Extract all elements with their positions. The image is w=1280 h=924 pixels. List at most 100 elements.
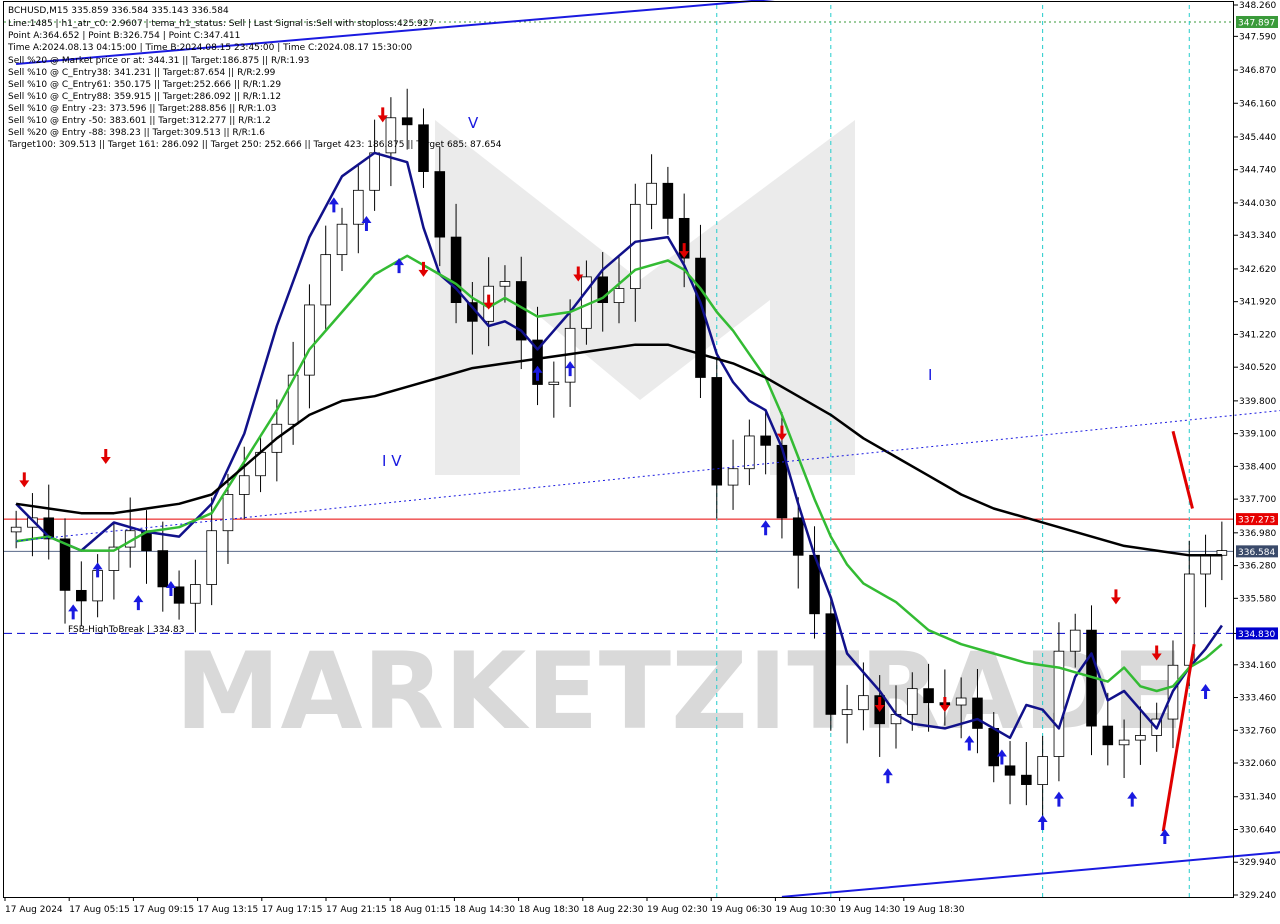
wave-label-v: V [468,114,479,132]
candle-body [369,152,380,191]
y-tick-label: 330.640 [1239,825,1276,835]
y-tick-label: 346.870 [1239,66,1276,76]
price-badge-label: 337.273 [1238,516,1275,526]
info-line: Sell %10 @ Entry -23: 373.596 || Target:… [8,104,276,114]
y-tick-label: 332.060 [1239,759,1276,769]
price-badge-label: 334.830 [1238,630,1275,640]
candle-body [955,697,967,706]
y-tick-label: 340.520 [1239,363,1276,373]
x-tick-label: 17 Aug 09:15 [133,905,194,915]
candle-body [1037,756,1048,785]
y-tick-label: 348.260 [1239,1,1276,11]
y-tick-label: 346.160 [1239,99,1276,109]
y-tick-label: 334.160 [1239,661,1276,671]
info-line: Sell %20 @ Entry -88: 398.23 || Target:3… [8,128,265,138]
y-tick-label: 347.590 [1239,32,1276,42]
x-tick-label: 19 Aug 18:30 [904,905,965,915]
symbol-header: BCHUSD,M15 335.859 336.584 335.143 336.5… [8,6,229,16]
y-tick-label: 344.740 [1239,166,1276,176]
watermark-text: MARKETZITRADE [175,630,1184,753]
candle-body [434,171,446,238]
candle-body [760,435,771,446]
candle-body [173,586,185,604]
candle-body [76,589,87,602]
candle-body [646,182,657,205]
x-tick-label: 18 Aug 01:15 [390,905,451,915]
x-tick-label: 17 Aug 21:15 [326,905,387,915]
y-tick-label: 336.980 [1239,529,1276,539]
x-tick-label: 17 Aug 05:15 [69,905,130,915]
candle-body [287,374,299,425]
chart-root: MARKETZITRADE I V V I FSB-HighToBreak | … [0,0,1280,920]
x-tick-label: 18 Aug 14:30 [454,905,515,915]
info-line: Sell %10 @ Entry -50: 383.601 || Target:… [8,116,271,126]
candle-body [10,526,22,533]
candle-body [662,182,674,219]
candle-body [923,688,934,704]
price-chart[interactable]: MARKETZITRADE I V V I FSB-HighToBreak | … [0,0,1280,920]
candle-body [1135,735,1146,741]
y-tick-label: 329.940 [1239,858,1276,868]
candle-body [336,223,348,256]
info-line: Sell %20 @ Market price or at: 344.31 ||… [8,56,309,66]
info-line: Line:1485 | h1_atr_c0: 2.9607 | tema_h1_… [8,19,434,29]
candle-body [727,468,739,486]
x-tick-label: 17 Aug 17:15 [262,905,323,915]
info-line: Target100: 309.513 || Target 161: 286.09… [7,140,502,150]
y-tick-label: 339.100 [1239,430,1276,440]
y-tick-label: 336.280 [1239,562,1276,572]
candle-body [222,494,234,532]
y-tick-label: 341.220 [1239,330,1276,340]
wave-label-iv: I V [382,452,402,470]
x-tick-label: 17 Aug 2024 [5,905,63,915]
info-line: Sell %10 @ C_Entry38: 341.231 || Target:… [8,68,276,78]
y-tick-label: 345.440 [1239,133,1276,143]
candle-body [353,189,364,225]
info-line: Sell %10 @ C_Entry88: 359.915 || Target:… [8,92,281,102]
candle-body [906,688,918,715]
x-tick-label: 18 Aug 22:30 [583,905,644,915]
candle-body [841,709,853,715]
candle-body [59,538,71,591]
candle-body [238,475,250,495]
y-tick-label: 339.800 [1239,397,1276,407]
candle-body [1069,629,1081,652]
info-line: Time A:2024.08.13 04:15:00 | Time B:2024… [7,43,412,53]
x-tick-label: 18 Aug 18:30 [519,905,580,915]
candle-body [1118,739,1130,746]
price-badge-label: 347.897 [1238,18,1275,28]
candle-body [1021,774,1032,785]
fsb-label: FSB-HighToBreak | 334.83 [68,625,185,635]
y-tick-label: 338.400 [1239,462,1276,472]
x-tick-label: 19 Aug 02:30 [647,905,708,915]
candle-body [695,257,706,378]
candle-body [499,281,511,287]
y-tick-label: 329.240 [1239,891,1276,901]
candle-body [304,304,315,376]
candle-body [1102,725,1114,746]
candle-body [190,584,201,604]
candle-body [792,517,804,556]
y-tick-label: 331.340 [1239,793,1276,803]
info-line: Point A:364.652 | Point B:326.754 | Poin… [8,31,240,41]
price-badge-label: 336.584 [1238,548,1275,558]
x-tick-label: 17 Aug 13:15 [198,905,259,915]
info-line: Sell %10 @ C_Entry61: 350.175 || Target:… [8,80,281,90]
candle-body [1200,554,1211,575]
candle-body [988,728,1000,767]
candle-body [157,550,169,588]
wave-label-i: I [928,366,932,384]
y-tick-label: 335.580 [1239,594,1276,604]
y-tick-label: 337.700 [1239,495,1276,505]
candle-body [401,117,413,126]
y-tick-label: 332.760 [1239,726,1276,736]
y-tick-label: 342.620 [1239,265,1276,275]
x-tick-label: 19 Aug 06:30 [711,905,772,915]
candle-body [320,254,332,306]
candle-body [548,381,560,385]
candle-body [825,613,837,715]
candle-body [630,203,641,289]
candle-body [206,530,217,585]
x-tick-label: 19 Aug 14:30 [840,905,901,915]
y-tick-label: 341.920 [1239,298,1276,308]
